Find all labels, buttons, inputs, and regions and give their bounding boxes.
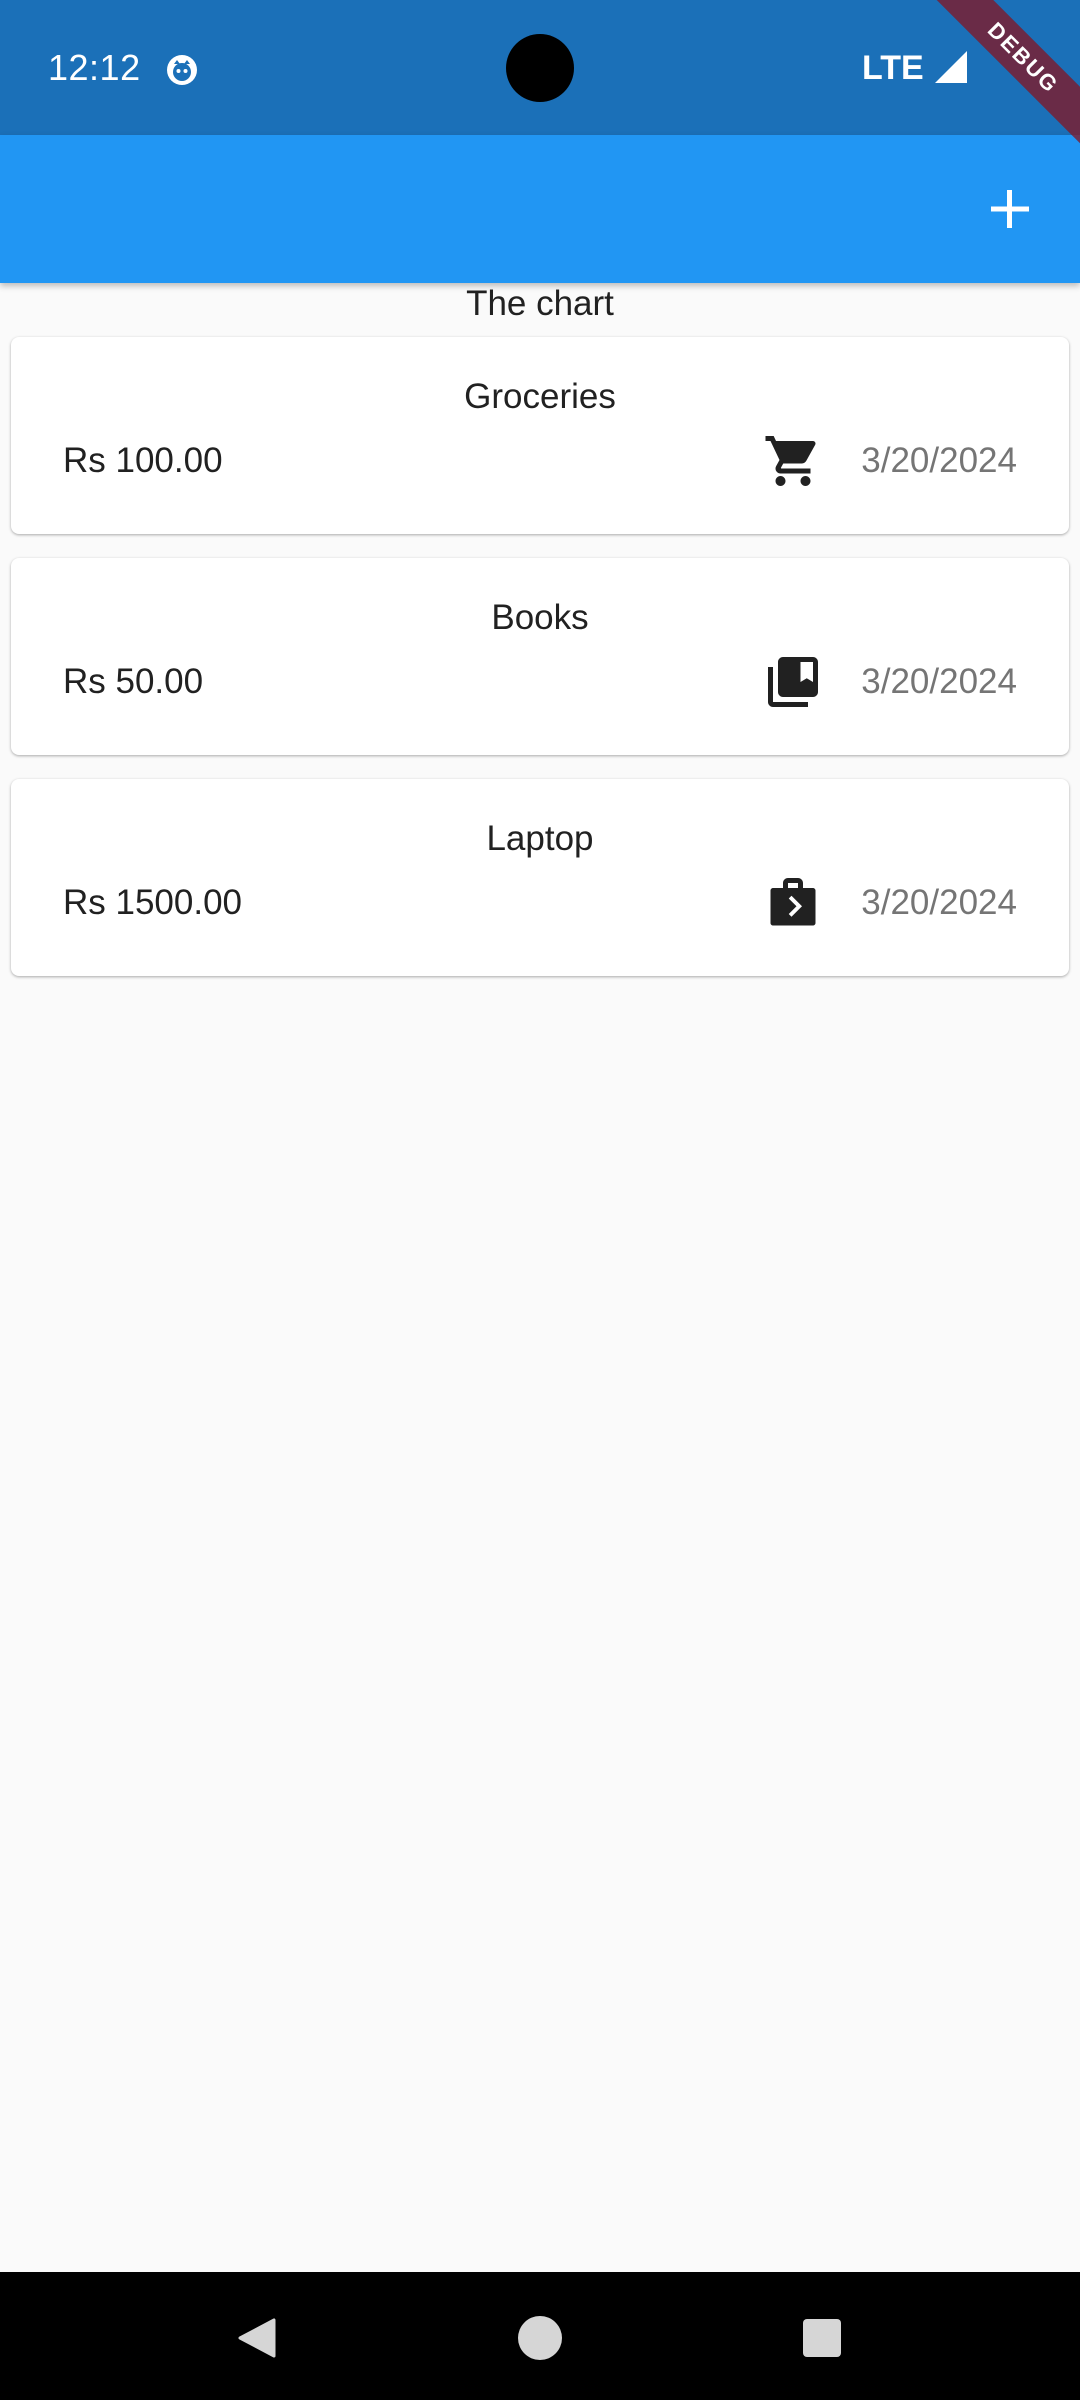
status-bar: 12:12 LTE (0, 0, 1080, 135)
transaction-date: 3/20/2024 (861, 883, 1017, 922)
add-transaction-button[interactable] (964, 163, 1056, 255)
transaction-list: Groceries Rs 100.00 3/20/2024 Books Rs 5… (11, 337, 1069, 1000)
home-icon (518, 2316, 562, 2360)
transaction-date: 3/20/2024 (861, 441, 1017, 480)
transaction-title: Groceries (464, 377, 616, 416)
home-button[interactable] (510, 2308, 570, 2368)
transaction-card[interactable]: Groceries Rs 100.00 3/20/2024 (11, 337, 1069, 534)
camera-cutout (506, 34, 574, 102)
back-icon (238, 2318, 276, 2358)
transaction-title: Laptop (486, 819, 594, 858)
debug-banner: DEBUG (920, 0, 1080, 160)
recents-button[interactable] (792, 2308, 852, 2368)
transaction-amount: Rs 50.00 (63, 662, 204, 701)
transaction-title: Books (491, 598, 589, 637)
notification-app-icon (167, 55, 197, 85)
debug-banner-label: DEBUG (927, 0, 1080, 154)
transaction-date: 3/20/2024 (861, 662, 1017, 701)
back-button[interactable] (226, 2308, 286, 2368)
network-type-label: LTE (862, 49, 924, 87)
shopping-cart-icon (765, 436, 816, 486)
recents-icon (803, 2319, 841, 2357)
transaction-amount: Rs 1500.00 (63, 883, 243, 922)
app-screen: 12:12 LTE DEBUG The chart Groceries Rs 1… (0, 0, 1080, 2400)
transaction-card[interactable]: Laptop Rs 1500.00 3/20/2024 (11, 779, 1069, 976)
transaction-card[interactable]: Books Rs 50.00 3/20/2024 (11, 558, 1069, 755)
transaction-amount: Rs 100.00 (63, 441, 223, 480)
add-icon (991, 190, 1029, 228)
work-briefcase-icon (770, 878, 816, 926)
app-bar (0, 135, 1080, 283)
chart-placeholder: The chart (466, 284, 614, 323)
status-time: 12:12 (48, 47, 141, 88)
system-navigation-bar (0, 2272, 1080, 2400)
library-books-icon (768, 657, 818, 707)
